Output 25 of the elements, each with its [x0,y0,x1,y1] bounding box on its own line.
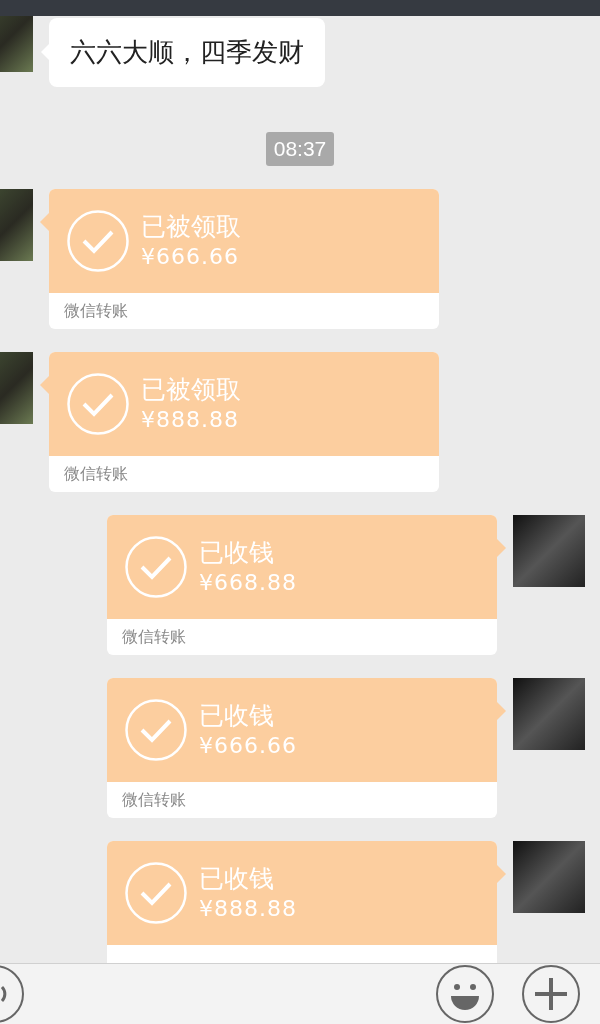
timestamp: 08:37 [265,132,335,166]
transfer-amount: ¥666.66 [141,244,240,270]
transfer-amount: ¥888.88 [199,896,297,922]
transfer-status: 已被领取 [141,212,241,242]
check-circle-icon [67,210,129,272]
transfer-label: 微信转账 [122,789,186,811]
avatar-photo-placeholder[interactable] [513,515,585,587]
check-circle-icon [125,699,187,761]
avatar-photo-placeholder[interactable] [513,841,585,913]
emoji-icon[interactable] [436,965,494,1023]
transfer-status: 已收钱 [199,864,275,894]
add-icon[interactable] [522,965,580,1023]
transfer-label: 微信转账 [122,626,186,648]
transfer-amount: ¥666.66 [199,733,297,759]
check-circle-icon [125,862,187,924]
transfer-amount: ¥668.88 [199,570,297,596]
transfer-label: 微信转账 [64,463,128,485]
transfer-label: 微信转账 [64,300,128,322]
transfer-amount: ¥888.88 [141,407,240,433]
transfer-status: 已收钱 [199,538,275,568]
avatar-photo-placeholder[interactable] [513,678,585,750]
check-circle-icon [67,373,129,435]
check-circle-icon [125,536,187,598]
transfer-status: 已被领取 [141,375,241,405]
transfer-status: 已收钱 [199,701,275,731]
